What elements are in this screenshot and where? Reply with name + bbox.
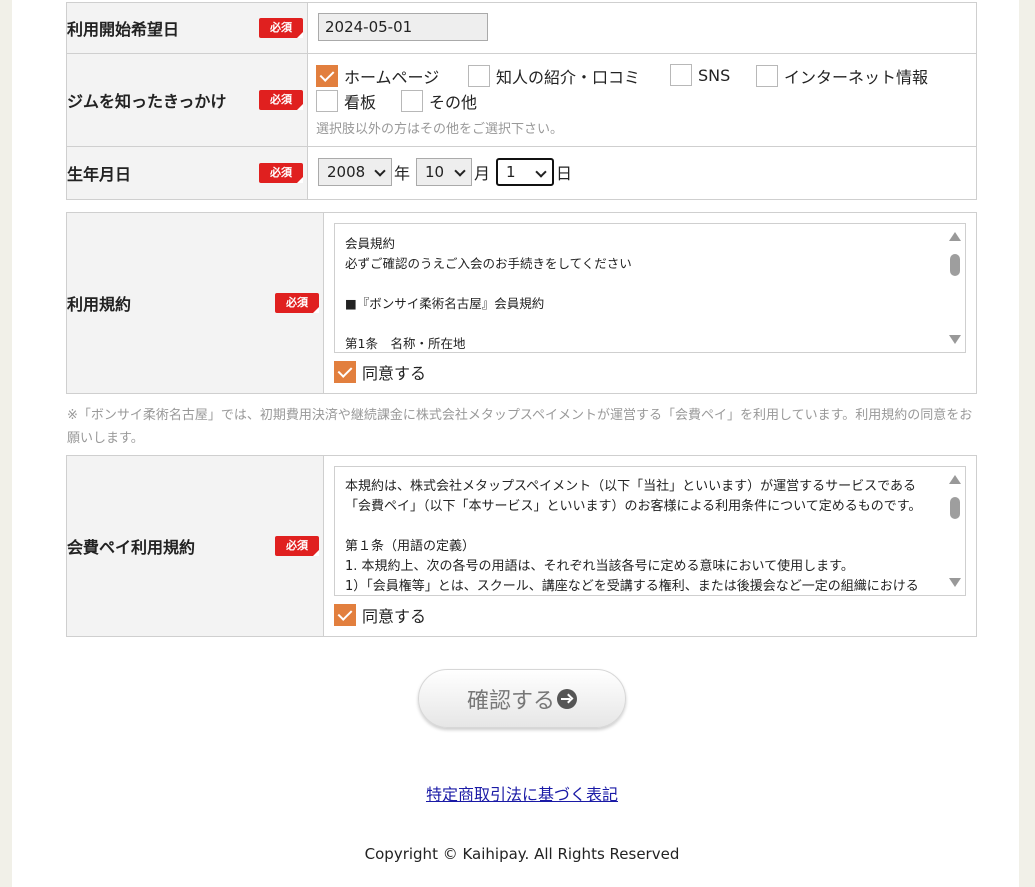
- birthdate-label-cell: 生年月日 必須: [66, 146, 308, 200]
- referral-option-homepage[interactable]: ホームページ: [316, 64, 439, 88]
- birth-day-select[interactable]: 1: [496, 158, 555, 186]
- pay-terms-table: 会費ペイ利用規約 必須 本規約は、株式会社メタップスペイメント（以下「当社」とい…: [66, 455, 977, 637]
- scrollbar-thumb[interactable]: [950, 497, 960, 519]
- chevron-down-icon: [535, 166, 547, 178]
- referral-label: ジムを知ったきっかけ: [67, 92, 227, 111]
- confirm-button-label: 確認する: [466, 688, 555, 714]
- start-date-label: 利用開始希望日: [67, 20, 180, 39]
- required-badge: 必須: [275, 293, 319, 313]
- referral-options-cell: ホームページ 知人の紹介・口コミ SNS インターネット情報 看板 その他 選択…: [307, 53, 977, 147]
- checkbox[interactable]: [670, 64, 692, 86]
- day-unit: 日: [556, 164, 573, 183]
- terms-label: 利用規約: [67, 295, 132, 314]
- commercial-law-link[interactable]: 特定商取引法に基づく表記: [12, 781, 1032, 805]
- month-unit: 月: [474, 164, 491, 183]
- checkbox[interactable]: [468, 65, 490, 87]
- chevron-down-icon: [454, 165, 466, 177]
- required-badge: 必須: [259, 163, 303, 183]
- year-unit: 年: [394, 164, 411, 183]
- referral-option-signboard[interactable]: 看板: [316, 89, 376, 113]
- terms-table: 利用規約 必須 会員規約 必ずご確認のうえご入会のお手続きをしてください ■『ボ…: [66, 212, 977, 394]
- payment-note: ※「ボンサイ柔術名古屋」では、初期費用決済や継続課金に株式会社メタップスペイメン…: [67, 408, 973, 446]
- required-badge: 必須: [275, 536, 319, 556]
- checkbox[interactable]: [316, 65, 338, 87]
- birth-month-select[interactable]: 10: [416, 158, 473, 186]
- referral-option-friend[interactable]: 知人の紹介・口コミ: [468, 64, 640, 88]
- member-info-table: 利用開始希望日 必須 2024-05-01 ジムを知ったきっかけ 必須 ホームペ…: [66, 2, 977, 200]
- checkbox[interactable]: [334, 604, 356, 626]
- referral-option-internet[interactable]: インターネット情報: [756, 64, 928, 88]
- pay-terms-scroll-box[interactable]: 本規約は、株式会社メタップスペイメント（以下「当社」といいます）が運営するサービ…: [334, 466, 966, 596]
- birthdate-label: 生年月日: [67, 165, 132, 184]
- referral-hint: 選択肢以外の方はその他をご選択下さい。: [316, 122, 564, 137]
- referral-option-sns[interactable]: SNS: [670, 64, 730, 86]
- confirm-button[interactable]: 確認する: [418, 669, 626, 728]
- start-date-value-cell: 2024-05-01: [307, 2, 977, 54]
- page: 利用開始希望日 必須 2024-05-01 ジムを知ったきっかけ 必須 ホームペ…: [12, 0, 1019, 887]
- terms-agree-checkbox[interactable]: 同意する: [334, 360, 426, 384]
- checkbox[interactable]: [334, 361, 356, 383]
- pay-terms-agree-checkbox[interactable]: 同意する: [334, 603, 426, 627]
- required-badge: 必須: [259, 18, 303, 38]
- scrollbar-thumb[interactable]: [950, 254, 960, 276]
- terms-label-cell: 利用規約 必須: [66, 212, 324, 394]
- birthdate-value-cell: 2008 年 10 月 1 日: [307, 146, 977, 200]
- terms-scroll-box[interactable]: 会員規約 必ずご確認のうえご入会のお手続きをしてください ■『ボンサイ柔術名古屋…: [334, 223, 966, 353]
- chevron-down-icon: [374, 165, 386, 177]
- scroll-up-icon[interactable]: [949, 232, 961, 241]
- checkbox[interactable]: [316, 90, 338, 112]
- arrow-circle-right-icon: [557, 688, 577, 709]
- pay-terms-label: 会費ペイ利用規約: [67, 538, 196, 557]
- referral-option-other[interactable]: その他: [401, 89, 477, 113]
- scroll-down-icon[interactable]: [949, 578, 961, 587]
- required-badge: 必須: [259, 90, 303, 110]
- copyright: Copyright © Kaihipay. All Rights Reserve…: [364, 845, 680, 863]
- referral-label-cell: ジムを知ったきっかけ 必須: [66, 53, 308, 147]
- scroll-down-icon[interactable]: [949, 335, 961, 344]
- start-date-label-cell: 利用開始希望日 必須: [66, 2, 308, 54]
- start-date-input[interactable]: 2024-05-01: [318, 13, 488, 41]
- checkbox[interactable]: [401, 90, 423, 112]
- birth-year-select[interactable]: 2008: [318, 158, 392, 186]
- terms-content-cell: 会員規約 必ずご確認のうえご入会のお手続きをしてください ■『ボンサイ柔術名古屋…: [323, 212, 977, 394]
- pay-terms-content-cell: 本規約は、株式会社メタップスペイメント（以下「当社」といいます）が運営するサービ…: [323, 455, 977, 637]
- pay-terms-label-cell: 会費ペイ利用規約 必須: [66, 455, 324, 637]
- scroll-up-icon[interactable]: [949, 475, 961, 484]
- checkbox[interactable]: [756, 65, 778, 87]
